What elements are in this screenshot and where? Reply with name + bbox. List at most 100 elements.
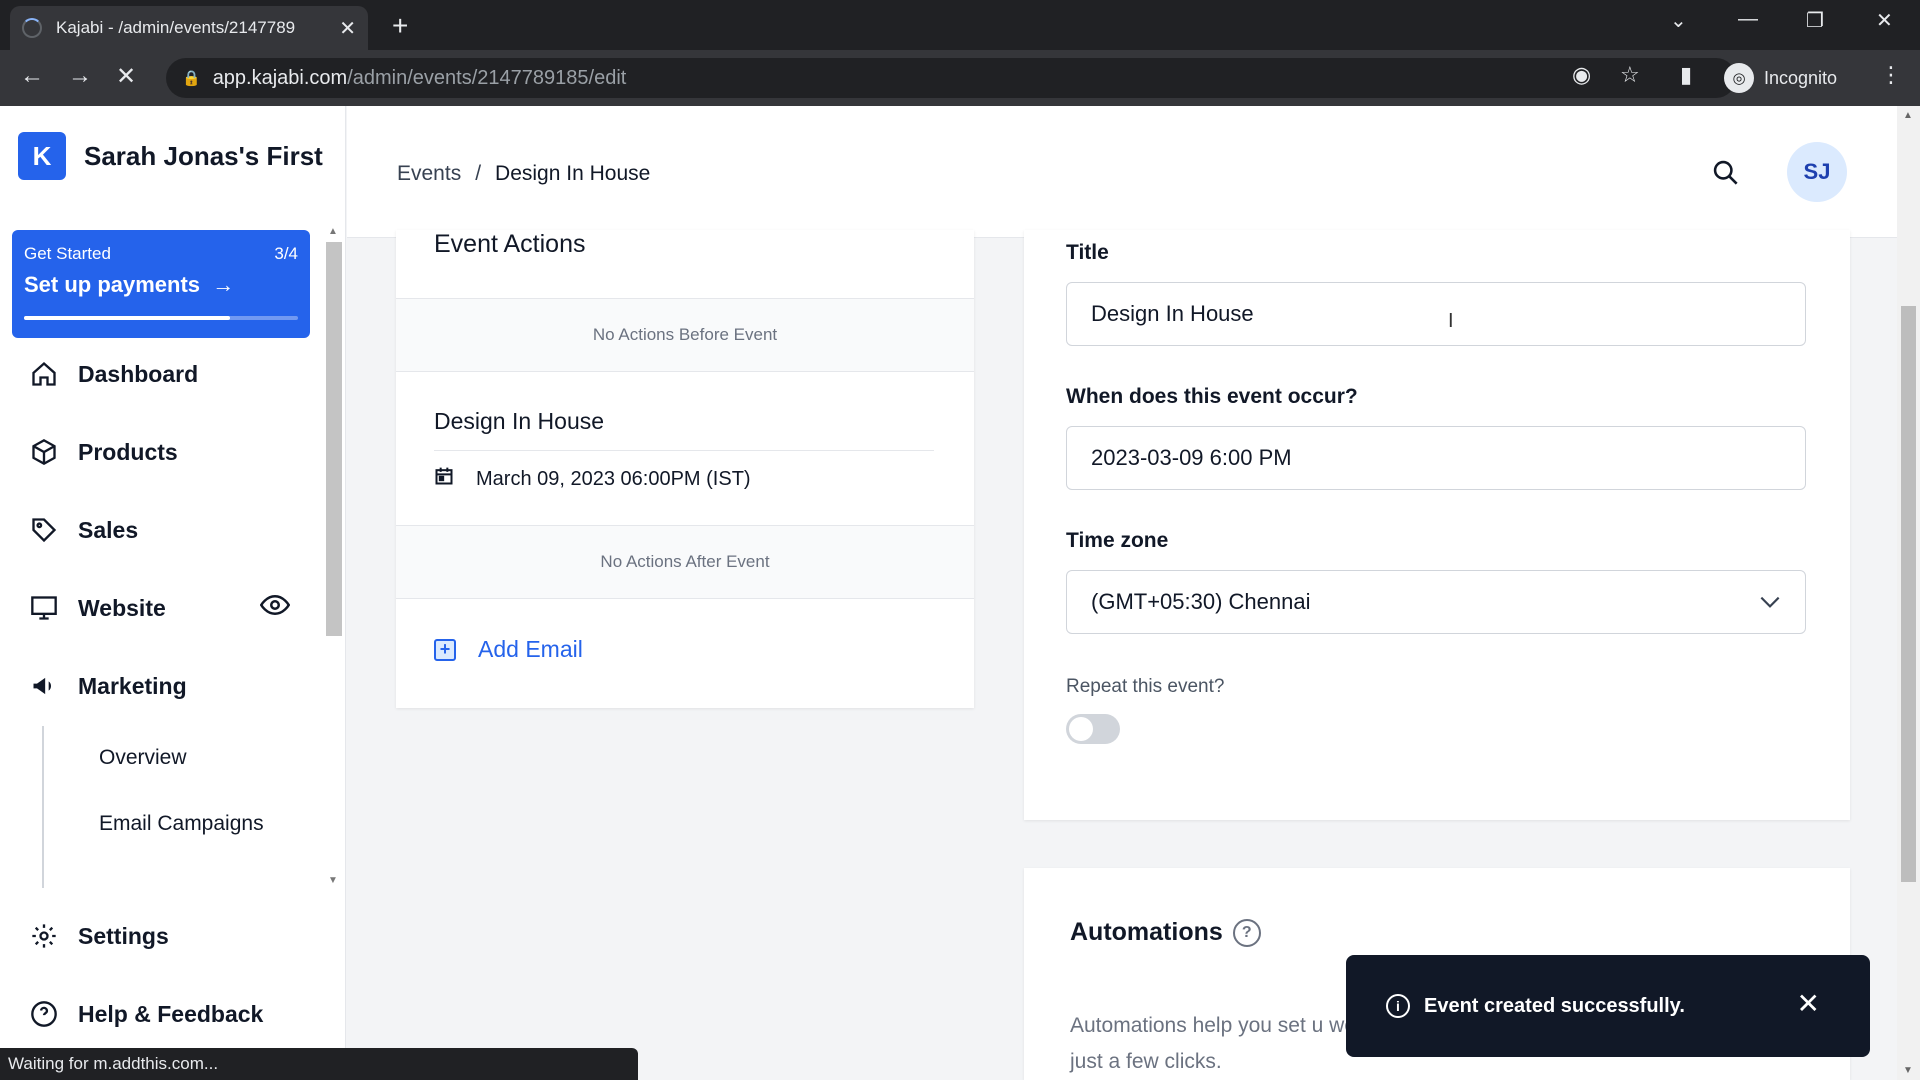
chevron-down-icon [1757, 589, 1783, 621]
timezone-select-value: (GMT+05:30) Chennai [1091, 589, 1311, 614]
home-icon [28, 358, 60, 390]
event-divider [434, 450, 934, 451]
new-tab-icon[interactable]: + [392, 10, 408, 42]
breadcrumb-current: Design In House [495, 162, 651, 185]
sidebar: K Sarah Jonas's First Get Started 3/4 Se… [0, 106, 346, 1080]
back-icon[interactable]: ← [20, 62, 44, 90]
search-icon[interactable] [1711, 158, 1739, 191]
get-started-label: Get Started [24, 244, 111, 263]
close-icon[interactable]: ✕ [1797, 987, 1820, 1020]
sidebar-item-label: Dashboard [78, 360, 199, 387]
brand[interactable]: K Sarah Jonas's First [18, 132, 323, 180]
loading-spinner-icon [22, 18, 42, 38]
box-icon [28, 436, 60, 468]
browser-status-bar: Waiting for m.addthis.com... [0, 1048, 638, 1080]
lock-icon: 🔒 [182, 70, 201, 87]
text-cursor-icon: I [1448, 310, 1454, 332]
restore-icon[interactable]: ❐ [1806, 8, 1824, 33]
arrow-right-icon: → [206, 272, 235, 297]
tab-search-icon[interactable]: ⌄ [1670, 8, 1687, 33]
when-label: When does this event occur? [1066, 385, 1358, 408]
help-circle-icon [28, 998, 60, 1030]
title-input[interactable]: Design In House [1066, 282, 1806, 346]
sidebar-scrollbar[interactable]: ▲ ▼ [324, 226, 344, 886]
megaphone-icon [28, 670, 60, 702]
scroll-down-icon[interactable]: ▼ [328, 875, 338, 886]
browser-tabbar: Kajabi - /admin/events/2147789 ✕ + ⌄ — ❐… [0, 0, 1920, 50]
sidebar-item-marketing[interactable]: Marketing [28, 670, 187, 702]
timezone-label: Time zone [1066, 529, 1169, 552]
close-window-icon[interactable]: ✕ [1876, 8, 1893, 33]
sidebar-item-label: Help & Feedback [78, 1000, 264, 1027]
title-label: Title [1066, 241, 1109, 264]
automations-title-text: Automations [1070, 918, 1223, 946]
gear-icon [28, 920, 60, 952]
page-scrollbar[interactable]: ▲ ▼ [1897, 106, 1920, 1080]
sidebar-subitem-overview[interactable]: Overview [99, 746, 187, 770]
eye-icon[interactable] [259, 594, 291, 622]
stop-loading-icon[interactable]: ✕ [116, 62, 136, 91]
minimize-icon[interactable]: — [1738, 8, 1758, 31]
calendar-icon [434, 466, 454, 492]
get-started-count: 3/4 [274, 244, 298, 263]
event-date: March 09, 2023 06:00PM (IST) [434, 466, 751, 492]
scroll-up-icon[interactable]: ▲ [328, 226, 338, 237]
app-header: Events / Design In House SJ [347, 106, 1897, 238]
no-actions-after: No Actions After Event [396, 525, 974, 599]
scroll-down-icon[interactable]: ▼ [1903, 1065, 1913, 1076]
success-toast: i Event created successfully. ✕ [1346, 955, 1870, 1057]
event-date-text: March 09, 2023 06:00PM (IST) [476, 467, 751, 490]
datetime-input[interactable]: 2023-03-09 6:00 PM [1066, 426, 1806, 490]
browser-menu-icon[interactable]: ⋮ [1880, 62, 1902, 88]
add-email-button[interactable]: + Add Email [434, 636, 583, 663]
sidebar-item-website[interactable]: Website [28, 592, 296, 624]
incognito-indicator[interactable]: ◎ Incognito [1724, 58, 1837, 98]
repeat-toggle[interactable] [1066, 714, 1120, 744]
forward-icon[interactable]: → [68, 62, 92, 90]
sidebar-item-products[interactable]: Products [28, 436, 178, 468]
sidebar-item-label: Settings [78, 922, 169, 949]
scroll-up-icon[interactable]: ▲ [1903, 110, 1913, 121]
info-icon: i [1386, 994, 1410, 1018]
breadcrumb-separator: / [475, 162, 482, 185]
breadcrumb-events[interactable]: Events [397, 162, 461, 186]
sidebar-item-dashboard[interactable]: Dashboard [28, 358, 198, 390]
incognito-label: Incognito [1764, 67, 1838, 88]
event-actions-heading: Event Actions [434, 230, 586, 258]
add-icon: + [434, 638, 456, 661]
get-started-action: Set up payments [24, 272, 201, 297]
sidebar-subitem-email-campaigns[interactable]: Email Campaigns [99, 812, 264, 836]
tag-icon [28, 514, 60, 546]
sidebar-item-help[interactable]: Help & Feedback [28, 998, 263, 1030]
event-actions-card: Event Actions No Actions Before Event De… [396, 230, 974, 708]
tab-title: Kajabi - /admin/events/2147789 [56, 18, 296, 37]
automations-title: Automations ? [1070, 918, 1261, 947]
page-scroll-thumb[interactable] [1901, 306, 1916, 882]
side-panel-icon[interactable]: ▮ [1680, 62, 1692, 88]
timezone-select[interactable]: (GMT+05:30) Chennai [1066, 570, 1806, 634]
tab-close-icon[interactable]: ✕ [339, 16, 356, 41]
browser-tab[interactable]: Kajabi - /admin/events/2147789 ✕ [10, 6, 368, 50]
sidebar-item-settings[interactable]: Settings [28, 920, 169, 952]
avatar[interactable]: SJ [1787, 142, 1847, 202]
kajabi-logo-icon: K [18, 132, 66, 180]
question-icon[interactable]: ? [1232, 918, 1261, 947]
browser-toolbar: ← → ✕ 🔒 app.kajabi.com/admin/events/2147… [0, 50, 1920, 106]
monitor-icon [28, 592, 60, 624]
datetime-input-value: 2023-03-09 6:00 PM [1091, 445, 1292, 470]
url-path: /admin/events/2147789185/edit [347, 66, 627, 89]
submenu-divider [42, 726, 44, 888]
url-host: app.kajabi.com [212, 66, 348, 89]
address-bar[interactable]: 🔒 app.kajabi.com/admin/events/2147789185… [166, 58, 1736, 98]
sidebar-item-sales[interactable]: Sales [28, 514, 138, 546]
sidebar-scroll-thumb[interactable] [326, 242, 342, 636]
add-email-label: Add Email [478, 636, 583, 662]
breadcrumb: Events / Design In House [397, 162, 650, 186]
tracking-protection-icon[interactable]: ◉ [1572, 62, 1591, 88]
site-name: Sarah Jonas's First [84, 140, 323, 171]
bookmark-star-icon[interactable]: ☆ [1620, 62, 1640, 88]
repeat-label: Repeat this event? [1066, 676, 1225, 697]
get-started-card[interactable]: Get Started 3/4 Set up payments → [12, 230, 310, 338]
no-actions-before: No Actions Before Event [396, 298, 974, 372]
toast-message: Event created successfully. [1424, 994, 1685, 1017]
